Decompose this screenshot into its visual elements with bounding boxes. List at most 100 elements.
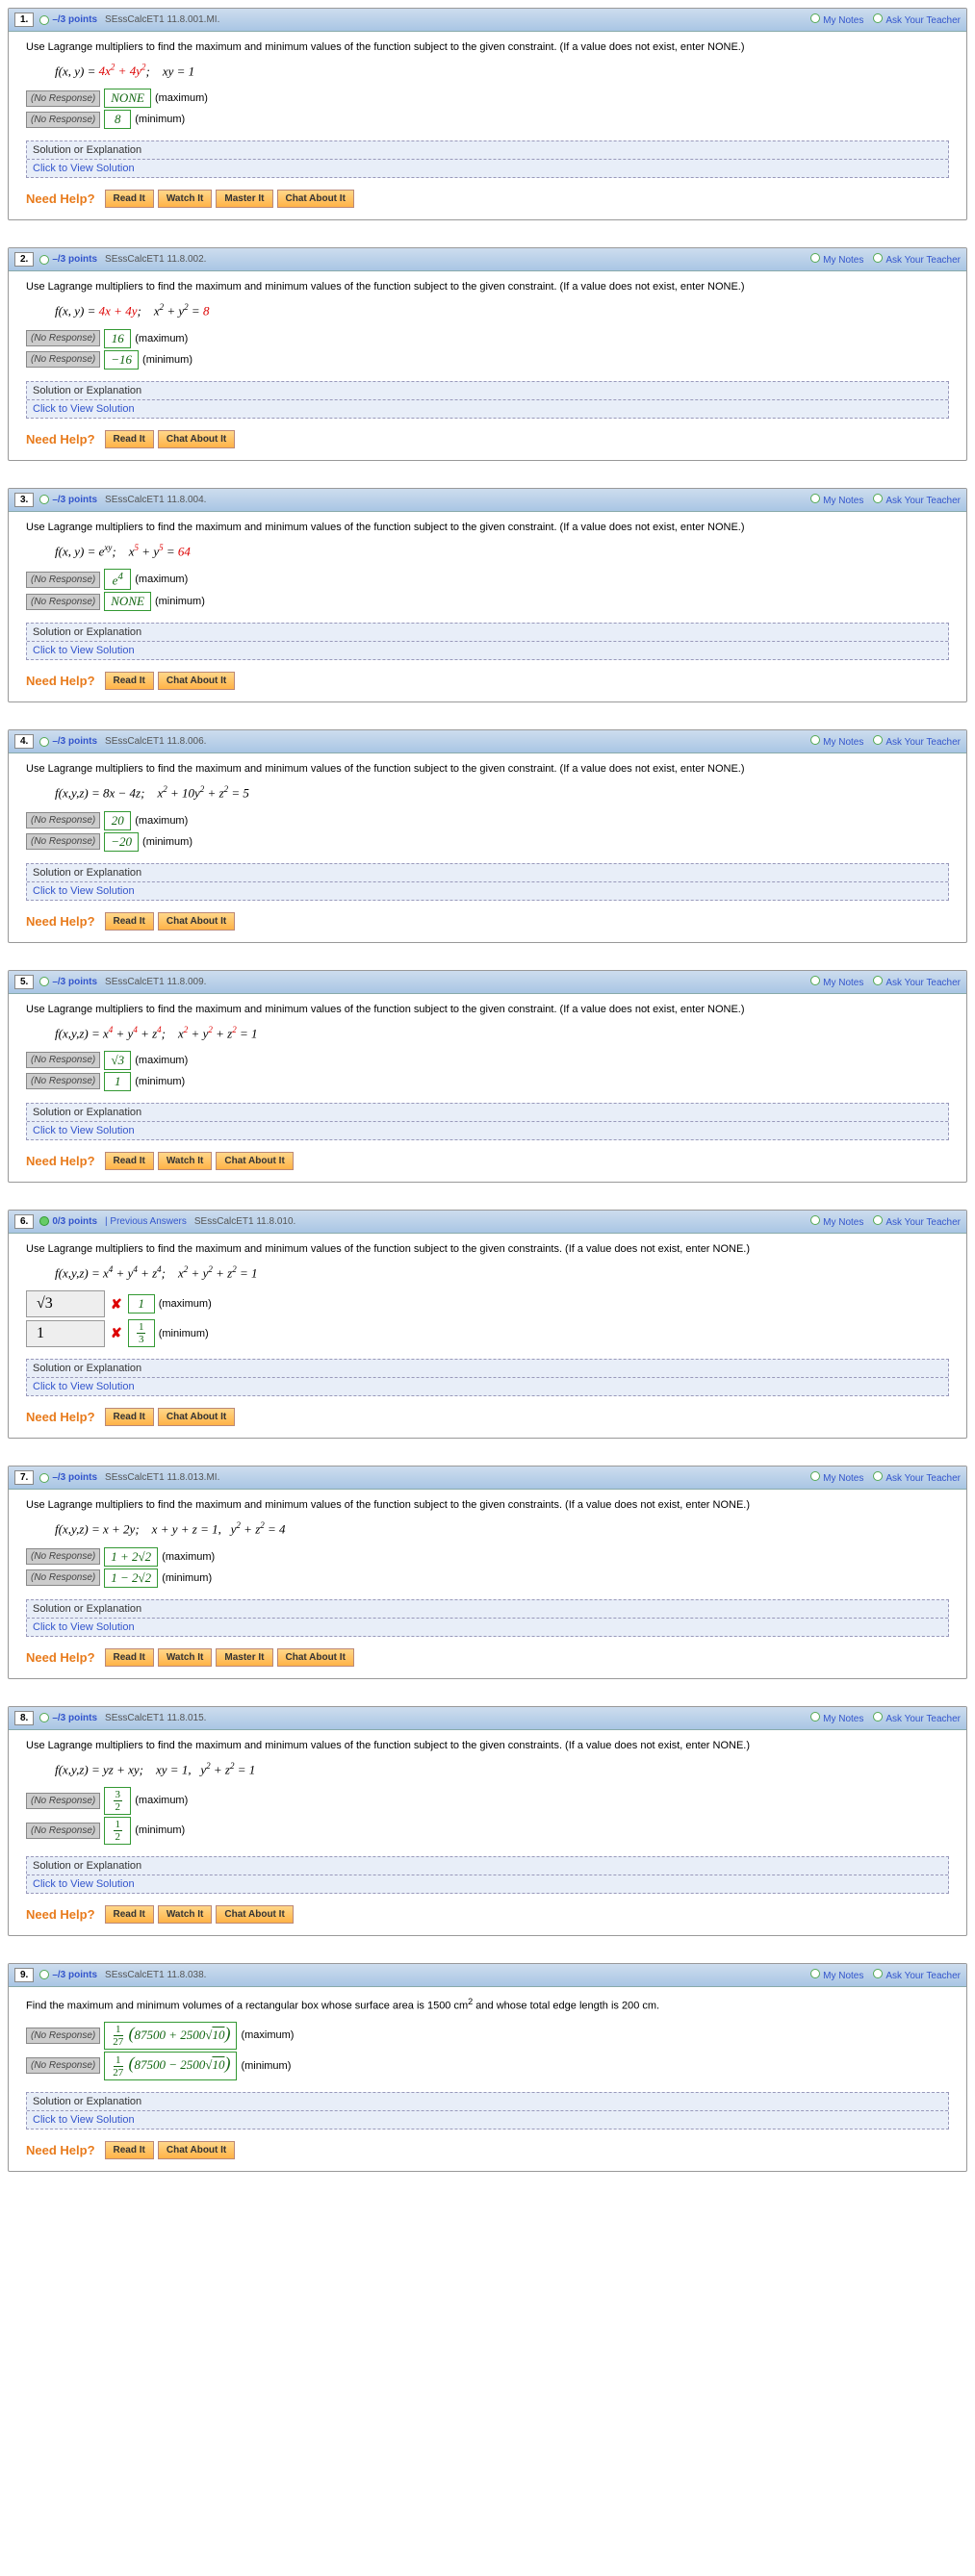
view-solution-link[interactable]: Click to View Solution	[27, 400, 948, 418]
view-solution-link[interactable]: Click to View Solution	[27, 1619, 948, 1636]
help-watch-button[interactable]: Watch It	[158, 190, 213, 208]
ask-teacher-link[interactable]: Ask Your Teacher	[867, 1471, 961, 1484]
solution-box: Solution or ExplanationClick to View Sol…	[26, 1599, 949, 1637]
question-body: Use Lagrange multipliers to find the max…	[9, 994, 966, 1182]
help-chat-button[interactable]: Chat About It	[277, 1648, 354, 1667]
equation: f(x,y,z) = x + 2y; x + y + z = 1, y2 + z…	[55, 1520, 949, 1537]
status-dot-icon	[39, 1970, 49, 1979]
no-response[interactable]: (No Response)	[26, 594, 100, 610]
no-response[interactable]: (No Response)	[26, 112, 100, 128]
answer-label: (maximum)	[241, 2029, 294, 2041]
help-chat-button[interactable]: Chat About It	[158, 672, 235, 690]
my-notes-link[interactable]: My Notes	[805, 735, 863, 748]
help-read-button[interactable]: Read It	[105, 1648, 154, 1667]
help-chat-button[interactable]: Chat About It	[158, 430, 235, 448]
help-chat-button[interactable]: Chat About It	[216, 1905, 293, 1924]
help-read-button[interactable]: Read It	[105, 1408, 154, 1426]
help-read-button[interactable]: Read It	[105, 190, 154, 208]
equation: f(x, y) = 4x + 4y; x2 + y2 = 8	[55, 302, 949, 319]
need-help-label: Need Help?	[26, 914, 95, 929]
help-chat-button[interactable]: Chat About It	[216, 1152, 293, 1170]
help-read-button[interactable]: Read It	[105, 912, 154, 931]
ask-teacher-link[interactable]: Ask Your Teacher	[867, 1215, 961, 1228]
answer-label: (minimum)	[135, 1824, 185, 1836]
no-response[interactable]: (No Response)	[26, 812, 100, 829]
view-solution-link[interactable]: Click to View Solution	[27, 642, 948, 659]
no-response[interactable]: (No Response)	[26, 572, 100, 588]
no-response[interactable]: (No Response)	[26, 833, 100, 850]
status-dot-icon	[39, 15, 49, 25]
question-body: Use Lagrange multipliers to find the max…	[9, 1490, 966, 1677]
no-response[interactable]: (No Response)	[26, 1793, 100, 1809]
help-bar: Need Help?Read ItWatch ItMaster ItChat A…	[26, 190, 949, 208]
no-response[interactable]: (No Response)	[26, 2057, 100, 2074]
points: –/3 points	[52, 14, 97, 25]
help-master-button[interactable]: Master It	[216, 1648, 272, 1667]
ask-teacher-link[interactable]: Ask Your Teacher	[867, 494, 961, 506]
ask-teacher-link[interactable]: Ask Your Teacher	[867, 253, 961, 266]
user-answer[interactable]: √3	[26, 1290, 105, 1317]
help-read-button[interactable]: Read It	[105, 1152, 154, 1170]
help-read-button[interactable]: Read It	[105, 2141, 154, 2159]
status-dot-icon	[39, 977, 49, 986]
my-notes-link[interactable]: My Notes	[805, 1215, 863, 1228]
my-notes-link[interactable]: My Notes	[805, 976, 863, 988]
help-read-button[interactable]: Read It	[105, 1905, 154, 1924]
no-response[interactable]: (No Response)	[26, 90, 100, 107]
ask-teacher-link[interactable]: Ask Your Teacher	[867, 13, 961, 26]
help-read-button[interactable]: Read It	[105, 672, 154, 690]
user-answer[interactable]: 1	[26, 1320, 105, 1347]
help-watch-button[interactable]: Watch It	[158, 1905, 213, 1924]
view-solution-link[interactable]: Click to View Solution	[27, 1875, 948, 1893]
help-chat-button[interactable]: Chat About It	[158, 1408, 235, 1426]
help-master-button[interactable]: Master It	[216, 190, 272, 208]
need-help-label: Need Help?	[26, 674, 95, 688]
answer-row: (No Response)e4(maximum)	[26, 569, 949, 590]
view-solution-link[interactable]: Click to View Solution	[27, 160, 948, 177]
solution-header: Solution or Explanation	[27, 624, 948, 642]
help-watch-button[interactable]: Watch It	[158, 1648, 213, 1667]
my-notes-link[interactable]: My Notes	[805, 1969, 863, 1981]
answer-label: (minimum)	[142, 836, 192, 848]
help-chat-button[interactable]: Chat About It	[158, 2141, 235, 2159]
help-chat-button[interactable]: Chat About It	[277, 190, 354, 208]
ask-teacher-link[interactable]: Ask Your Teacher	[867, 735, 961, 748]
my-notes-link[interactable]: My Notes	[805, 253, 863, 266]
answer-label: (minimum)	[155, 596, 205, 607]
question-number: 3.	[14, 493, 34, 507]
ask-teacher-link[interactable]: Ask Your Teacher	[867, 1712, 961, 1724]
no-response[interactable]: (No Response)	[26, 351, 100, 368]
question: 3.–/3 pointsSEssCalcET1 11.8.004.My Note…	[8, 488, 967, 703]
ask-teacher-link[interactable]: Ask Your Teacher	[867, 976, 961, 988]
no-response[interactable]: (No Response)	[26, 2028, 100, 2044]
my-notes-link[interactable]: My Notes	[805, 494, 863, 506]
help-watch-button[interactable]: Watch It	[158, 1152, 213, 1170]
question-header: 2.–/3 pointsSEssCalcET1 11.8.002.My Note…	[9, 248, 966, 271]
no-response[interactable]: (No Response)	[26, 1052, 100, 1068]
solution-header: Solution or Explanation	[27, 382, 948, 400]
no-response[interactable]: (No Response)	[26, 330, 100, 346]
question-number: 4.	[14, 734, 34, 749]
need-help-label: Need Help?	[26, 1907, 95, 1922]
solution-box: Solution or ExplanationClick to View Sol…	[26, 1359, 949, 1396]
no-response[interactable]: (No Response)	[26, 1548, 100, 1565]
view-solution-link[interactable]: Click to View Solution	[27, 2111, 948, 2129]
help-chat-button[interactable]: Chat About It	[158, 912, 235, 931]
solution-box: Solution or ExplanationClick to View Sol…	[26, 1856, 949, 1894]
my-notes-link[interactable]: My Notes	[805, 1471, 863, 1484]
answer-label: (maximum)	[135, 333, 188, 344]
question: 9.–/3 pointsSEssCalcET1 11.8.038.My Note…	[8, 1963, 967, 2172]
view-solution-link[interactable]: Click to View Solution	[27, 1378, 948, 1395]
answer-row: (No Response)√3(maximum)	[26, 1051, 949, 1070]
view-solution-link[interactable]: Click to View Solution	[27, 1122, 948, 1139]
ask-teacher-link[interactable]: Ask Your Teacher	[867, 1969, 961, 1981]
view-solution-link[interactable]: Click to View Solution	[27, 882, 948, 900]
correct-answer: 13	[128, 1319, 155, 1347]
no-response[interactable]: (No Response)	[26, 1569, 100, 1586]
my-notes-link[interactable]: My Notes	[805, 13, 863, 26]
no-response[interactable]: (No Response)	[26, 1823, 100, 1839]
no-response[interactable]: (No Response)	[26, 1073, 100, 1089]
help-read-button[interactable]: Read It	[105, 430, 154, 448]
my-notes-link[interactable]: My Notes	[805, 1712, 863, 1724]
correct-answer: −16	[104, 350, 139, 370]
